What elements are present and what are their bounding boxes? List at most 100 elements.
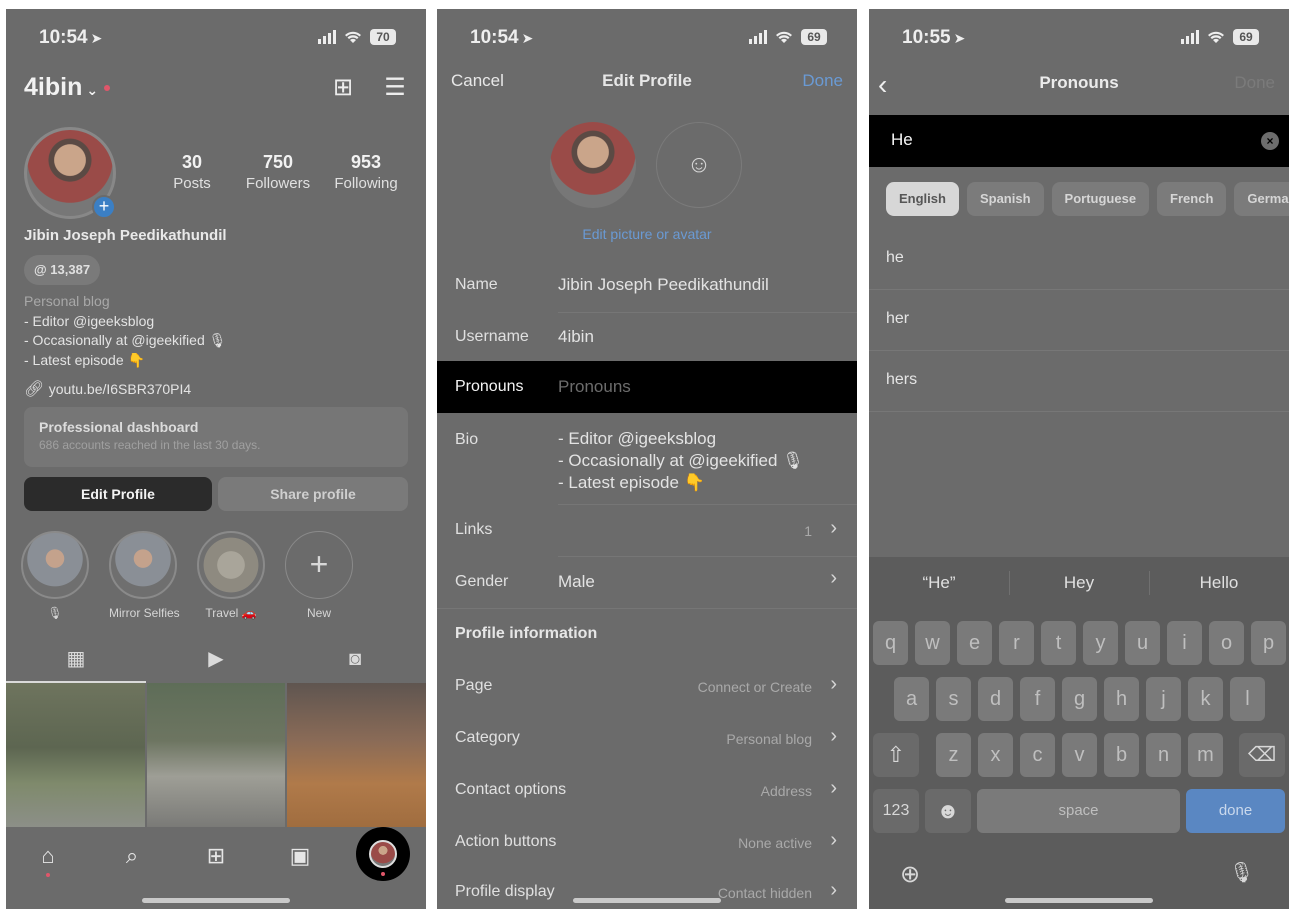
done-button[interactable]: Done	[1234, 73, 1275, 93]
microphone-icon[interactable]: 🎙	[1229, 860, 1254, 885]
highlight-item[interactable]: Mirror Selfies	[109, 531, 180, 620]
keyboard-done-key[interactable]: done	[1186, 789, 1285, 833]
key[interactable]: j	[1146, 677, 1181, 721]
edit-profile-button[interactable]: Edit Profile	[24, 477, 212, 511]
key[interactable]: x	[978, 733, 1013, 777]
username-field[interactable]: Username 4ibin	[437, 313, 857, 361]
key[interactable]: y	[1083, 621, 1118, 665]
profile-screen: 10:54 ➤ 70 4ibin ⌄ ⊞ ☰ + 30 Posts 750 Follow…	[6, 9, 426, 909]
key[interactable]: f	[1020, 677, 1055, 721]
chip-english[interactable]: English	[886, 182, 959, 216]
chevron-right-icon: ›	[830, 725, 837, 747]
profile-display-row[interactable]: Profile display Contact hidden ›	[437, 869, 857, 909]
stat-posts[interactable]: 30 Posts	[166, 152, 218, 192]
name-field[interactable]: Name Jibin Joseph Peedikathundil	[437, 261, 857, 313]
key[interactable]: r	[999, 621, 1034, 665]
suggestion-item[interactable]: hers	[869, 351, 1289, 412]
action-buttons-row[interactable]: Action buttons None active ›	[437, 817, 857, 869]
clear-icon[interactable]: ×	[1261, 132, 1279, 150]
chevron-right-icon: ›	[830, 879, 837, 901]
prediction[interactable]: Hey	[1009, 573, 1149, 593]
key[interactable]: p	[1251, 621, 1286, 665]
key[interactable]: k	[1188, 677, 1223, 721]
key[interactable]: w	[915, 621, 950, 665]
page-row[interactable]: Page Connect or Create ›	[437, 661, 857, 713]
stat-followers[interactable]: 750 Followers	[240, 152, 316, 192]
links-field[interactable]: Links 1 ›	[437, 505, 857, 557]
key[interactable]: q	[873, 621, 908, 665]
chip-spanish[interactable]: Spanish	[966, 182, 1044, 216]
key[interactable]: t	[1041, 621, 1076, 665]
profile-picture[interactable]	[550, 122, 636, 208]
location-arrow-icon: ➤	[90, 30, 103, 46]
threads-badge[interactable]: @ 13,387	[24, 255, 101, 285]
edit-picture-link[interactable]: Edit picture or avatar	[437, 226, 857, 242]
key[interactable]: n	[1146, 733, 1181, 777]
menu-icon[interactable]: ☰	[383, 76, 407, 100]
add-post-icon[interactable]: ⊞	[203, 843, 229, 869]
post-thumbnail[interactable]	[146, 683, 286, 827]
prediction[interactable]: Hello	[1149, 573, 1289, 593]
shift-key-icon[interactable]: ⇧	[873, 733, 919, 777]
category-row[interactable]: Category Personal blog ›	[437, 713, 857, 765]
key[interactable]: i	[1167, 621, 1202, 665]
wifi-icon	[1208, 31, 1224, 43]
create-icon[interactable]: ⊞	[331, 76, 355, 100]
avatar-icon[interactable]: ☺	[656, 122, 742, 208]
globe-icon[interactable]: ⊕	[900, 860, 920, 889]
tagged-tab-icon[interactable]: ◙	[343, 647, 367, 671]
emoji-key-icon[interactable]: ☻	[925, 789, 971, 833]
chevron-right-icon: ›	[830, 777, 837, 799]
bio-line: - Latest episode 👇	[24, 351, 145, 368]
profile-nav-button[interactable]	[356, 827, 410, 881]
pronouns-field[interactable]: Pronouns Pronouns	[437, 361, 857, 413]
key[interactable]: g	[1062, 677, 1097, 721]
key[interactable]: h	[1104, 677, 1139, 721]
key[interactable]: a	[894, 677, 929, 721]
contact-options-row[interactable]: Contact options Address ›	[437, 765, 857, 817]
suggestion-item[interactable]: he	[869, 229, 1289, 290]
numbers-key[interactable]: 123	[873, 789, 919, 833]
link-icon: 🔗︎	[24, 381, 49, 398]
pronoun-search-input[interactable]: He ×	[869, 115, 1289, 167]
grid-tab-icon[interactable]: ▦	[64, 647, 88, 671]
chip-german[interactable]: Germa	[1234, 182, 1289, 216]
home-icon[interactable]: ⌂	[35, 843, 61, 869]
suggestion-item[interactable]: her	[869, 290, 1289, 351]
profile-link[interactable]: 🔗︎ youtu.be/I6SBR370PI4	[24, 379, 191, 399]
key[interactable]: v	[1062, 733, 1097, 777]
gender-field[interactable]: Gender Male ›	[437, 557, 857, 609]
share-profile-button[interactable]: Share profile	[218, 477, 408, 511]
reels-nav-icon[interactable]: ▣	[287, 843, 313, 869]
chip-french[interactable]: French	[1157, 182, 1227, 216]
reels-tab-icon[interactable]: ▶	[204, 647, 228, 671]
key[interactable]: m	[1188, 733, 1223, 777]
key[interactable]: b	[1104, 733, 1139, 777]
delete-key-icon[interactable]: ⌫	[1239, 733, 1285, 777]
prediction[interactable]: “He”	[869, 573, 1009, 593]
stat-following[interactable]: 953 Following	[328, 152, 404, 192]
key[interactable]: o	[1209, 621, 1244, 665]
key[interactable]: e	[957, 621, 992, 665]
key[interactable]: s	[936, 677, 971, 721]
key[interactable]: u	[1125, 621, 1160, 665]
section-title: Profile information	[455, 625, 598, 642]
username-switcher[interactable]: 4ibin ⌄	[24, 73, 111, 102]
highlight-item[interactable]: 🎙	[21, 531, 89, 620]
professional-dashboard[interactable]: Professional dashboard 686 accounts reac…	[24, 407, 408, 467]
done-button[interactable]: Done	[802, 71, 843, 91]
chip-portuguese[interactable]: Portuguese	[1051, 182, 1150, 216]
key[interactable]: c	[1020, 733, 1055, 777]
space-key[interactable]: space	[977, 789, 1180, 833]
search-icon[interactable]: ⌕	[119, 843, 145, 869]
new-highlight-button[interactable]: + New	[285, 531, 353, 620]
post-thumbnail[interactable]	[287, 683, 426, 827]
key[interactable]: d	[978, 677, 1013, 721]
key[interactable]: l	[1230, 677, 1265, 721]
add-story-icon[interactable]: +	[92, 195, 116, 219]
bio: Personal blog - Editor @igeeksblog - Occ…	[24, 292, 226, 370]
key[interactable]: z	[936, 733, 971, 777]
post-thumbnail[interactable]	[6, 683, 145, 827]
highlight-item[interactable]: Travel 🚗	[197, 531, 265, 620]
bio-field[interactable]: Bio - Editor @igeeksblog - Occasionally …	[437, 413, 857, 505]
